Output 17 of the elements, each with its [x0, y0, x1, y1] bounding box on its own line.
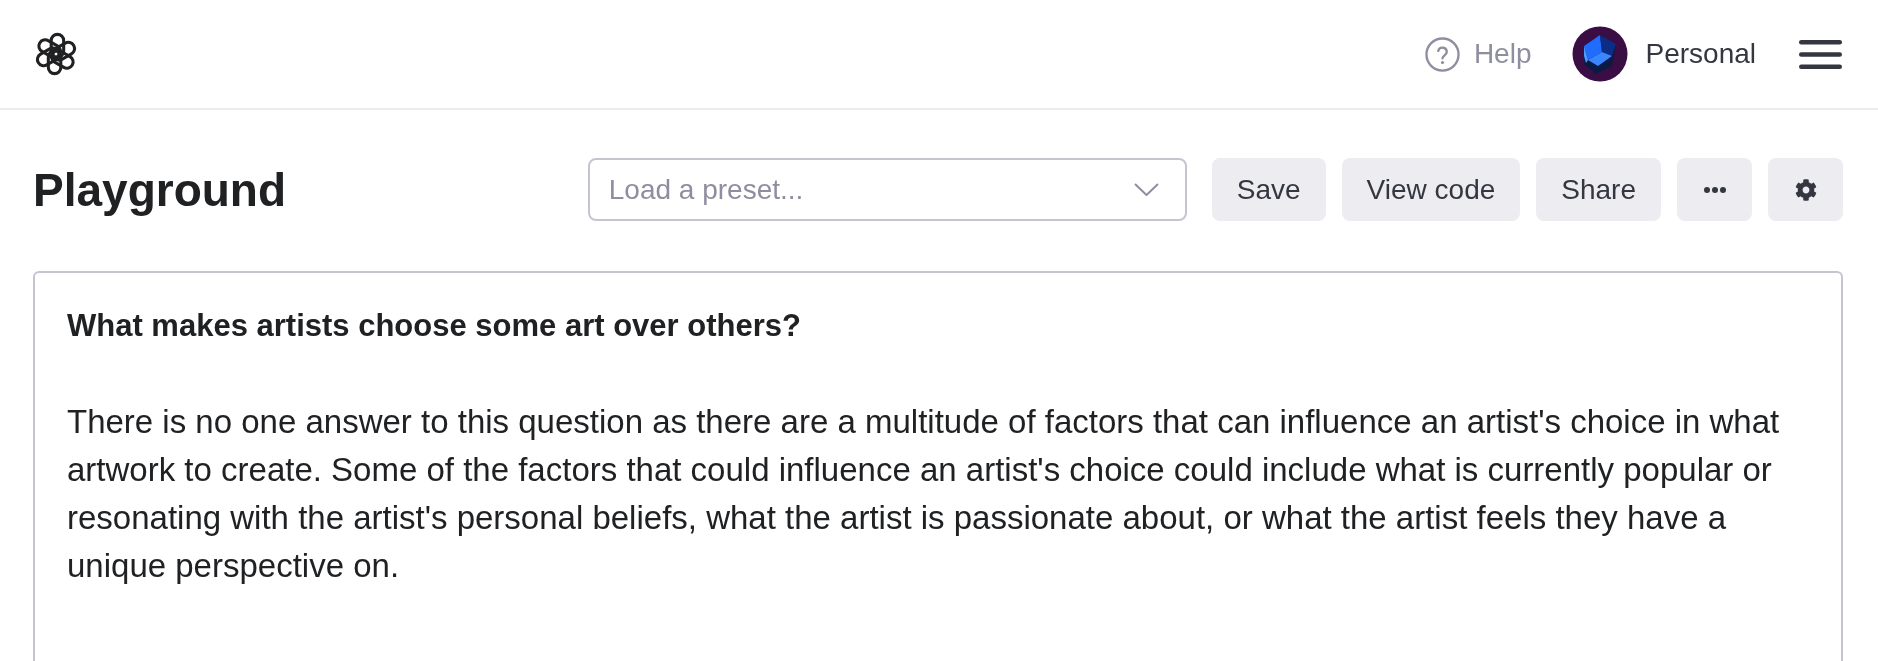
prompt-text: What makes artists choose some art over others?	[67, 307, 802, 345]
logo-icon[interactable]	[33, 31, 79, 77]
more-button[interactable]	[1677, 158, 1752, 221]
help-icon	[1424, 36, 1460, 72]
share-button[interactable]: Share	[1536, 158, 1661, 221]
more-icon	[1703, 186, 1726, 193]
page-title: Playground	[33, 162, 287, 217]
menu-icon[interactable]	[1799, 39, 1842, 69]
account-button[interactable]: Personal	[1572, 26, 1756, 82]
chevron-down-icon	[1133, 183, 1159, 196]
avatar-icon	[1572, 26, 1629, 82]
view-code-button[interactable]: View code	[1341, 158, 1521, 221]
prompt-editor[interactable]	[33, 271, 1843, 661]
settings-button[interactable]	[1768, 158, 1843, 221]
settings-icon	[1794, 178, 1817, 201]
completion-text: There is no one answer to this question as there are a multitude of factors that can influence an artist's choice in what artwork to create. Some of the factors that could influence an artist's choice could include what is currently popular or resonating with the artist's personal beliefs, what the artist is passionate about, or what the artist feels they have a unique perspective on.	[67, 402, 1781, 586]
save-button[interactable]: Save	[1211, 158, 1326, 221]
